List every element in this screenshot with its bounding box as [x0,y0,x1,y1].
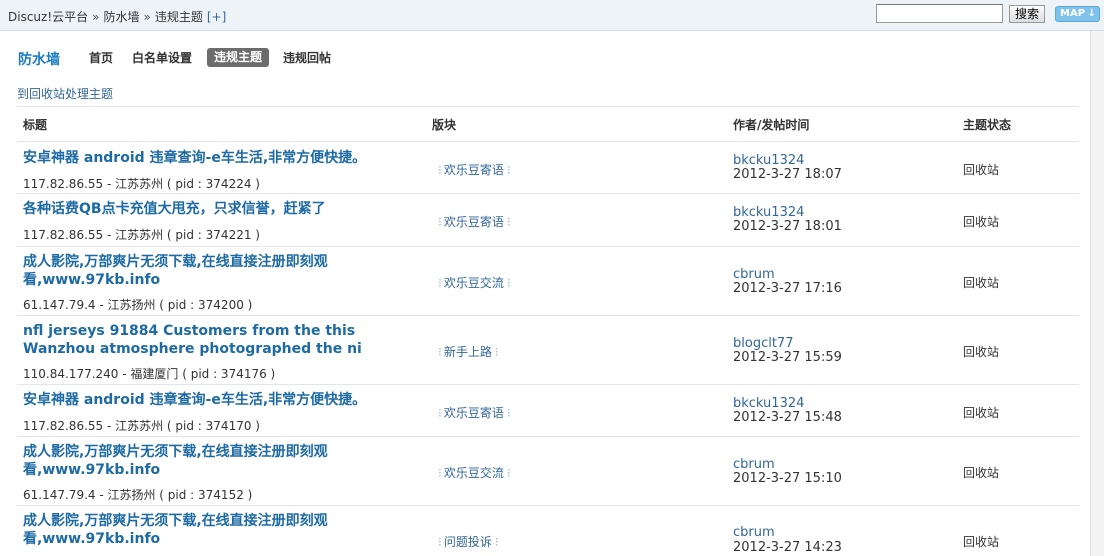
post-time: 2012-3-27 17:16 [733,281,842,296]
forum-dots: ⁝ [494,345,499,359]
forum-label: 新手上路 [443,345,492,359]
author-link[interactable]: bkcku1324 [733,205,804,220]
thread-title-link[interactable]: 成人影院,万部爽片无须下载,在线直接注册即刻观看,www.97kb.info [23,253,368,289]
forum-dots: ⁝ [438,406,442,420]
thread-status: 回收站 [963,466,1000,480]
forum-dots: ⁝ [438,276,442,290]
column-header-forum: 版块 [432,118,457,132]
thread-title-link[interactable]: nfl jerseys 91884 Customers from the thi… [23,322,368,358]
forum-label: 欢乐豆交流 [443,276,504,290]
thread-status: 回收站 [963,535,1000,549]
thread-title-link[interactable]: 成人影院,万部爽片无须下载,在线直接注册即刻观看,www.97kb.info [23,443,368,479]
tab-home[interactable]: 首页 [89,49,113,68]
forum-link[interactable]: ⁝ 新手上路 ⁝ [435,343,501,360]
forum-label: 欢乐豆交流 [443,466,504,480]
table-header: 标题 版块 作者/发帖时间 主题状态 [17,106,1079,142]
column-header-title: 标题 [23,118,48,132]
breadcrumb-separator: » [92,10,100,24]
tab-violating-replies[interactable]: 违规回帖 [283,49,331,68]
thread-ip-info: 61.147.79.4 - 江苏扬州 ( pid : 374200 ) [23,298,253,312]
search-button[interactable]: 搜索 [1009,5,1045,23]
map-button[interactable]: MAP ↓ [1055,6,1100,22]
map-button-label: MAP [1060,8,1086,19]
author-link[interactable]: blogclt77 [733,336,793,351]
thread-status: 回收站 [963,276,1000,290]
forum-link[interactable]: ⁝ 欢乐豆寄语 ⁝ [435,161,513,178]
top-bar: Discuz!云平台» 防水墙» 违规主题 [+] 搜索 MAP ↓ [0,0,1104,31]
thread-status: 回收站 [963,406,1000,420]
table-row: 成人影院,万部爽片无须下载,在线直接注册即刻观看,www.97kb.info ⁝… [17,507,1079,556]
thread-status: 回收站 [963,215,1000,229]
post-time: 2012-3-27 15:48 [733,410,842,425]
thread-title-link[interactable]: 成人影院,万部爽片无须下载,在线直接注册即刻观看,www.97kb.info [23,512,368,548]
thread-status: 回收站 [963,345,1000,359]
vertical-scrollbar[interactable] [1090,31,1104,556]
forum-link[interactable]: ⁝ 欢乐豆寄语 ⁝ [435,213,513,230]
recycle-bin-link[interactable]: 到回收站处理主题 [17,85,113,102]
thread-ip-info: 117.82.86.55 - 江苏苏州 ( pid : 374221 ) [23,228,260,242]
table-row: 安卓神器 android 违章查询-e车生活,非常方便快捷。 117.82.86… [17,143,1079,194]
column-header-author-time: 作者/发帖时间 [733,118,810,132]
tab-violating-threads[interactable]: 违规主题 [207,48,270,67]
forum-label: 欢乐豆寄语 [443,163,504,177]
table-row: 成人影院,万部爽片无须下载,在线直接注册即刻观看,www.97kb.info 6… [17,438,1079,506]
breadcrumb: Discuz!云平台» 防水墙» 违规主题 [+] [8,8,226,25]
author-link[interactable]: cbrum [733,525,775,540]
forum-link[interactable]: ⁝ 欢乐豆交流 ⁝ [435,464,513,481]
breadcrumb-item-current: 违规主题 [154,10,203,24]
thread-status: 回收站 [963,163,1000,177]
forum-label: 欢乐豆寄语 [443,406,504,420]
breadcrumb-item-cloud[interactable]: Discuz!云平台 [8,10,88,24]
forum-link[interactable]: ⁝ 问题投诉 ⁝ [435,533,501,550]
post-time: 2012-3-27 15:59 [733,350,842,365]
author-link[interactable]: bkcku1324 [733,396,804,411]
forum-dots: ⁝ [438,466,442,480]
forum-dots: ⁝ [506,406,511,420]
thread-ip-info: 61.147.79.4 - 江苏扬州 ( pid : 374152 ) [23,488,253,502]
table-row: 成人影院,万部爽片无须下载,在线直接注册即刻观看,www.97kb.info 6… [17,248,1079,316]
table-row: nfl jerseys 91884 Customers from the thi… [17,317,1079,385]
thread-title-link[interactable]: 各种话费QB点卡充值大甩充，只求信誉，赶紧了 [23,200,368,218]
thread-ip-info: 117.82.86.55 - 江苏苏州 ( pid : 374224 ) [23,177,260,191]
author-link[interactable]: cbrum [733,457,775,472]
forum-label: 问题投诉 [443,535,492,549]
forum-dots: ⁝ [438,215,442,229]
post-time: 2012-3-27 15:10 [733,471,842,486]
post-time: 2012-3-27 14:23 [733,540,842,555]
post-time: 2012-3-27 18:01 [733,219,842,234]
author-link[interactable]: cbrum [733,267,775,282]
thread-ip-info: 117.82.86.55 - 江苏苏州 ( pid : 374170 ) [23,419,260,433]
thread-title-link[interactable]: 安卓神器 android 违章查询-e车生活,非常方便快捷。 [23,391,368,409]
post-time: 2012-3-27 18:07 [733,167,842,182]
thread-ip-info: 110.84.177.240 - 福建厦门 ( pid : 374176 ) [23,367,276,381]
tab-whitelist[interactable]: 白名单设置 [132,49,192,68]
table-row: 各种话费QB点卡充值大甩充，只求信誉，赶紧了 117.82.86.55 - 江苏… [17,195,1079,247]
forum-link[interactable]: ⁝ 欢乐豆交流 ⁝ [435,274,513,291]
thread-title-link[interactable]: 安卓神器 android 违章查询-e车生活,非常方便快捷。 [23,149,368,167]
forum-dots: ⁝ [506,215,511,229]
nav-title: 防水墙 [18,52,60,68]
forum-dots: ⁝ [506,163,511,177]
table-row: 安卓神器 android 违章查询-e车生活,非常方便快捷。 117.82.86… [17,386,1079,437]
forum-dots: ⁝ [438,163,442,177]
forum-dots: ⁝ [506,466,511,480]
add-shortcut-link[interactable]: [+] [207,10,226,24]
forum-label: 欢乐豆寄语 [443,215,504,229]
search-input[interactable] [876,4,1003,23]
forum-dots: ⁝ [438,535,442,549]
forum-link[interactable]: ⁝ 欢乐豆寄语 ⁝ [435,404,513,421]
breadcrumb-separator: » [143,10,151,24]
forum-dots: ⁝ [494,535,499,549]
arrow-down-icon: ↓ [1087,8,1096,19]
forum-dots: ⁝ [438,345,442,359]
author-link[interactable]: bkcku1324 [733,153,804,168]
breadcrumb-item-firewall[interactable]: 防水墙 [103,10,139,24]
forum-dots: ⁝ [506,276,511,290]
column-header-status: 主题状态 [963,118,1012,132]
